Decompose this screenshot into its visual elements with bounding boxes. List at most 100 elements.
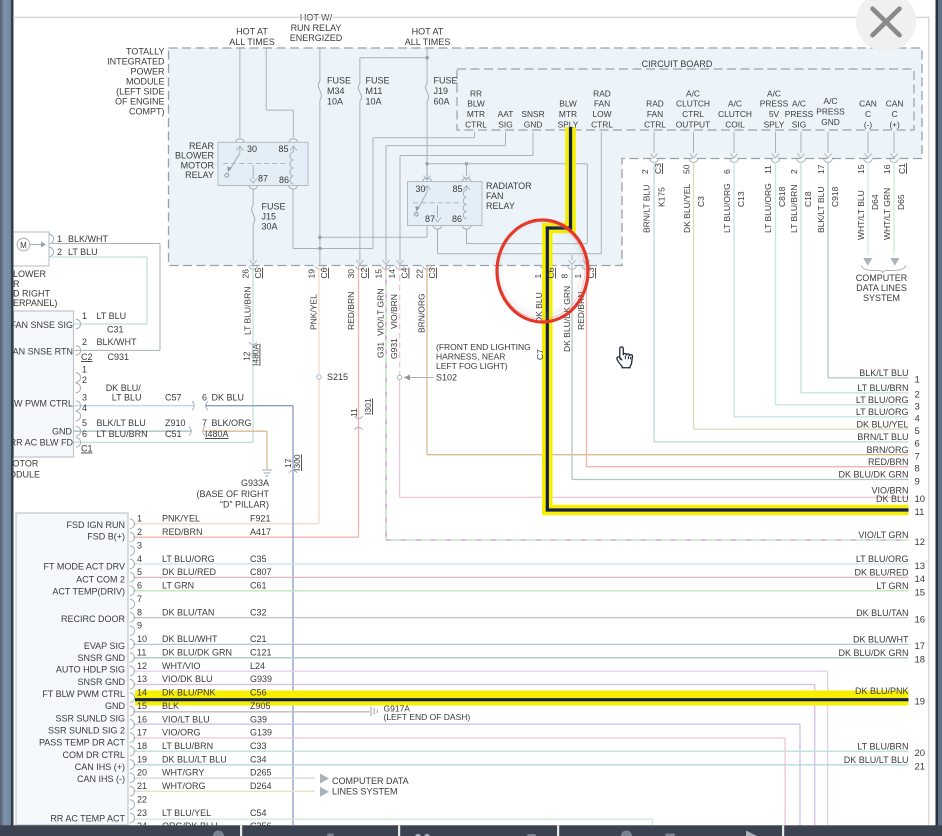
svg-text:DK BLU: DK BLU xyxy=(212,392,245,402)
svg-text:M: M xyxy=(20,241,27,250)
svg-text:C35: C35 xyxy=(250,554,267,564)
svg-text:REAR: REAR xyxy=(189,141,215,151)
svg-text:DK BLU/DK GRN: DK BLU/DK GRN xyxy=(838,470,908,480)
svg-text:SNSR GND: SNSR GND xyxy=(77,653,125,663)
svg-text:RELAY: RELAY xyxy=(486,201,515,211)
svg-text:OUTPUT: OUTPUT xyxy=(676,120,710,130)
svg-text:87: 87 xyxy=(425,214,435,224)
svg-text:BLK/ORG: BLK/ORG xyxy=(212,418,252,428)
svg-text:BLK: BLK xyxy=(162,701,179,711)
svg-text:15: 15 xyxy=(915,588,926,599)
svg-text:AUTO HDLP SIG: AUTO HDLP SIG xyxy=(56,665,125,675)
svg-text:FT BLW PWM CTRL: FT BLW PWM CTRL xyxy=(42,689,125,699)
svg-text:5: 5 xyxy=(82,418,87,428)
svg-text:85: 85 xyxy=(453,184,463,194)
svg-text:LOW: LOW xyxy=(592,109,611,119)
svg-text:M11: M11 xyxy=(366,86,383,96)
svg-text:VIO/ORG: VIO/ORG xyxy=(162,728,201,738)
svg-text:ALL TIMES: ALL TIMES xyxy=(229,37,275,47)
svg-text:PNK/YEL: PNK/YEL xyxy=(309,294,319,330)
svg-text:A/C: A/C xyxy=(824,96,838,106)
svg-text:C6: C6 xyxy=(546,267,556,278)
svg-text:CAN: CAN xyxy=(886,99,904,109)
svg-text:C1: C1 xyxy=(897,163,907,174)
svg-text:2: 2 xyxy=(789,169,799,174)
svg-text:DK BLU: DK BLU xyxy=(876,494,909,504)
svg-text:GND: GND xyxy=(52,427,73,437)
svg-text:GND: GND xyxy=(105,701,126,711)
svg-text:20: 20 xyxy=(915,748,926,759)
svg-text:14: 14 xyxy=(387,269,397,279)
svg-text:WHT/LT GRN: WHT/LT GRN xyxy=(882,188,892,240)
svg-text:30: 30 xyxy=(247,144,257,154)
svg-text:DK BLU/YEL: DK BLU/YEL xyxy=(856,419,908,429)
svg-text:HARNESS, NEAR: HARNESS, NEAR xyxy=(436,352,505,362)
svg-text:LT BLU: LT BLU xyxy=(112,392,142,402)
svg-text:2: 2 xyxy=(137,527,142,537)
svg-text:17: 17 xyxy=(137,728,147,738)
svg-text:15: 15 xyxy=(374,269,384,279)
svg-text:9: 9 xyxy=(915,476,920,487)
svg-text:MTR: MTR xyxy=(467,109,485,119)
svg-text:6: 6 xyxy=(915,439,920,450)
svg-text:PNK/YEL: PNK/YEL xyxy=(162,514,200,524)
svg-text:C3: C3 xyxy=(427,267,437,278)
svg-text:11: 11 xyxy=(349,408,359,417)
svg-text:OF ENGINE: OF ENGINE xyxy=(115,96,165,106)
svg-text:LOWER: LOWER xyxy=(13,269,47,279)
svg-text:LT BLU/ORG: LT BLU/ORG xyxy=(162,554,215,564)
svg-text:10: 10 xyxy=(915,494,926,505)
svg-text:D RIGHT: D RIGHT xyxy=(13,289,51,299)
svg-text:5: 5 xyxy=(915,426,920,437)
svg-text:C6: C6 xyxy=(319,267,329,278)
svg-text:21: 21 xyxy=(137,781,147,791)
svg-text:POWER: POWER xyxy=(130,67,165,77)
svg-text:WHT/ORG: WHT/ORG xyxy=(162,781,206,791)
svg-text:7: 7 xyxy=(915,452,920,463)
svg-text:10A: 10A xyxy=(366,97,382,107)
svg-text:RADIATOR: RADIATOR xyxy=(486,181,532,191)
svg-text:FUSE: FUSE xyxy=(327,76,351,86)
svg-text:DK BLU/TAN: DK BLU/TAN xyxy=(856,608,908,618)
svg-text:C807: C807 xyxy=(250,567,272,577)
svg-text:30: 30 xyxy=(416,184,426,194)
svg-text:COMPUTER: COMPUTER xyxy=(856,273,908,283)
svg-text:HOT AT: HOT AT xyxy=(236,27,268,37)
svg-text:FUSE: FUSE xyxy=(434,76,458,86)
svg-text:FAN SNSE SIG: FAN SNSE SIG xyxy=(10,320,73,330)
svg-text:7: 7 xyxy=(137,594,142,604)
svg-text:Z905: Z905 xyxy=(250,701,271,711)
svg-text:17: 17 xyxy=(816,164,826,174)
svg-text:COMPUTER DATA: COMPUTER DATA xyxy=(332,776,409,786)
svg-text:C818: C818 xyxy=(777,186,787,207)
svg-text:LT BLU/ORG: LT BLU/ORG xyxy=(856,395,909,405)
svg-text:SNSR GND: SNSR GND xyxy=(77,677,125,687)
svg-text:BLW PWM CTRL: BLW PWM CTRL xyxy=(4,398,73,408)
svg-text:13: 13 xyxy=(915,561,926,572)
svg-text:FSD IGN RUN: FSD IGN RUN xyxy=(67,520,126,530)
svg-text:A/C: A/C xyxy=(686,88,700,98)
svg-text:MODULE: MODULE xyxy=(126,76,165,86)
svg-text:C918: C918 xyxy=(830,186,840,207)
svg-text:16: 16 xyxy=(137,714,147,724)
svg-text:3: 3 xyxy=(137,540,142,550)
svg-text:D264: D264 xyxy=(250,781,272,791)
svg-text:C34: C34 xyxy=(250,754,267,764)
svg-text:LT GRN: LT GRN xyxy=(876,581,908,591)
svg-text:D65: D65 xyxy=(896,194,906,210)
svg-text:A/C: A/C xyxy=(792,99,806,109)
svg-text:C57: C57 xyxy=(165,392,182,402)
svg-text:26: 26 xyxy=(241,269,251,279)
svg-text:LT BLU/BRN: LT BLU/BRN xyxy=(789,185,799,233)
svg-text:3: 3 xyxy=(82,393,87,403)
svg-text:10A: 10A xyxy=(327,97,343,107)
svg-text:G939: G939 xyxy=(250,674,272,684)
svg-text:I480A: I480A xyxy=(251,343,261,366)
svg-text:COMPT): COMPT) xyxy=(129,106,165,116)
svg-text:50: 50 xyxy=(682,164,692,174)
svg-text:1: 1 xyxy=(57,234,62,244)
svg-text:FUSE: FUSE xyxy=(366,76,390,86)
svg-text:DK BLU/LT BLU: DK BLU/LT BLU xyxy=(844,755,909,765)
svg-text:LT BLU: LT BLU xyxy=(68,247,98,257)
svg-text:1: 1 xyxy=(533,274,543,279)
